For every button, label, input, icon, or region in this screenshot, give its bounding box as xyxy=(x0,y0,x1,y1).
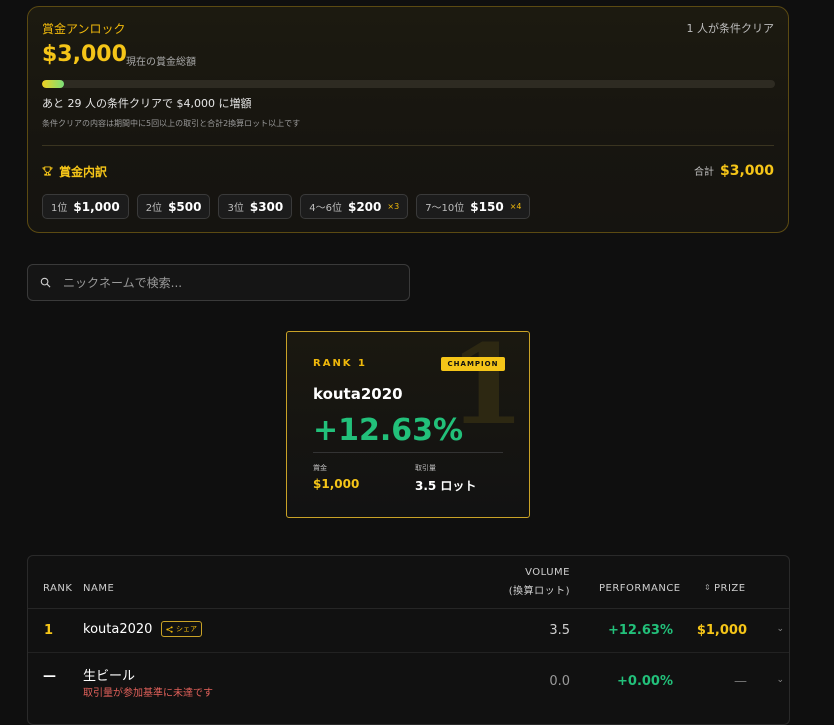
sort-icon[interactable]: ⇕ xyxy=(704,583,711,592)
champion-prize-value: $1,000 xyxy=(313,477,360,491)
trophy-icon xyxy=(42,166,53,176)
divider xyxy=(42,145,774,146)
prize-tier-amount: $500 xyxy=(168,199,202,214)
leaderboard-table: RANK NAME VOLUME (換算ロット) PERFORMANCE ⇕ P… xyxy=(27,555,790,725)
champion-rank-label: RANK 1 xyxy=(313,358,367,369)
column-header-performance: PERFORMANCE xyxy=(599,583,681,594)
share-label: シェア xyxy=(176,625,197,633)
row-performance: +12.63% xyxy=(607,623,673,638)
chevron-down-icon[interactable]: ⌄ xyxy=(776,675,784,685)
champion-badge: CHAMPION xyxy=(441,357,505,371)
row-rank: — xyxy=(43,669,56,684)
row-rank: 1 xyxy=(44,623,54,638)
prize-tier-amount: $200 xyxy=(347,199,382,214)
clear-count: 1 人が条件クリア xyxy=(686,22,775,35)
row-volume: 3.5 xyxy=(549,623,570,638)
champion-card[interactable]: 1 RANK 1 CHAMPION kouta2020 +12.63% 賞金 $… xyxy=(286,331,530,518)
prize-breakdown-title: 賞金内訳 xyxy=(42,163,107,180)
prize-tier-1: 1位 $1,000 xyxy=(42,194,129,219)
prize-tier-amount: $300 xyxy=(249,199,284,214)
prize-breakdown-label: 賞金内訳 xyxy=(59,165,108,179)
champion-volume-label: 取引量 xyxy=(415,464,436,472)
prize-tier-multiplier: ×3 xyxy=(387,202,400,211)
row-warning-note: 取引量が参加基準に未達です xyxy=(83,688,213,699)
champion-name: kouta2020 xyxy=(313,385,403,403)
prize-tier-rank: 4〜6位 xyxy=(309,203,342,214)
total-prize-amount: $3,000 xyxy=(42,42,127,67)
prize-tier-3: 3位 $300 xyxy=(218,194,293,219)
prize-tier-amount: $150 xyxy=(470,199,504,214)
row-prize: — xyxy=(734,674,747,689)
search-input[interactable] xyxy=(61,274,385,291)
divider xyxy=(313,452,503,453)
prize-unlock-card: 賞金アンロック 1 人が条件クリア $3,000 現在の賞金総額 あと 29 人… xyxy=(27,6,789,233)
prize-sum-value: $3,000 xyxy=(719,163,774,179)
total-prize-label: 現在の賞金総額 xyxy=(126,57,196,68)
prize-tier-rank: 1位 xyxy=(51,203,68,214)
prize-tier-7-10: 7〜10位 $150 ×4 xyxy=(416,194,531,219)
column-header-volume-unit: (換算ロット) xyxy=(508,586,570,597)
row-volume: 0.0 xyxy=(549,674,570,689)
prize-tier-amount: $1,000 xyxy=(73,199,120,214)
row-name: kouta2020 xyxy=(83,622,153,637)
prize-tier-multiplier: ×4 xyxy=(509,202,522,211)
table-row[interactable]: — 生ビール 取引量が参加基準に未達です 0.0 +0.00% — ⌄ xyxy=(28,653,789,699)
column-header-name: NAME xyxy=(83,583,115,594)
share-button[interactable]: シェア xyxy=(161,621,202,637)
champion-performance: +12.63% xyxy=(313,413,464,448)
chevron-down-icon[interactable]: ⌄ xyxy=(776,624,784,634)
search-icon xyxy=(40,277,51,288)
table-row[interactable]: 1 kouta2020 シェア 3.5 +12.63% $1,000 ⌄ xyxy=(28,608,789,652)
prize-sum: 合計 $3,000 xyxy=(694,163,774,179)
champion-prize-label: 賞金 xyxy=(313,464,327,472)
prize-tier-2: 2位 $500 xyxy=(136,194,211,219)
prize-tier-rank: 7〜10位 xyxy=(425,203,465,214)
champion-volume-value: 3.5 ロット xyxy=(415,479,477,493)
row-prize: $1,000 xyxy=(696,623,747,638)
prize-sum-label: 合計 xyxy=(693,167,714,178)
column-header-rank: RANK xyxy=(43,583,73,594)
unlock-progress-fill xyxy=(42,80,64,88)
search-box[interactable] xyxy=(27,264,410,301)
unlock-progress-bar xyxy=(42,80,775,88)
prize-tier-list: 1位 $1,000 2位 $500 3位 $300 4〜6位 $200 ×3 7… xyxy=(42,194,531,219)
prize-tier-rank: 3位 xyxy=(227,203,244,214)
prize-tier-4-6: 4〜6位 $200 ×3 xyxy=(300,194,409,219)
prize-tier-rank: 2位 xyxy=(145,203,163,214)
column-header-prize[interactable]: PRIZE xyxy=(714,583,746,594)
row-name: 生ビール xyxy=(83,669,136,684)
condition-note: 条件クリアの内容は期間中に5回以上の取引と合計2換算ロット以上です xyxy=(42,119,301,128)
prize-unlock-label: 賞金アンロック xyxy=(42,22,126,36)
next-tier-text: あと 29 人の条件クリアで $4,000 に増額 xyxy=(42,97,252,110)
share-icon xyxy=(166,625,173,633)
column-header-volume: VOLUME xyxy=(525,567,570,578)
row-performance: +0.00% xyxy=(617,674,673,689)
